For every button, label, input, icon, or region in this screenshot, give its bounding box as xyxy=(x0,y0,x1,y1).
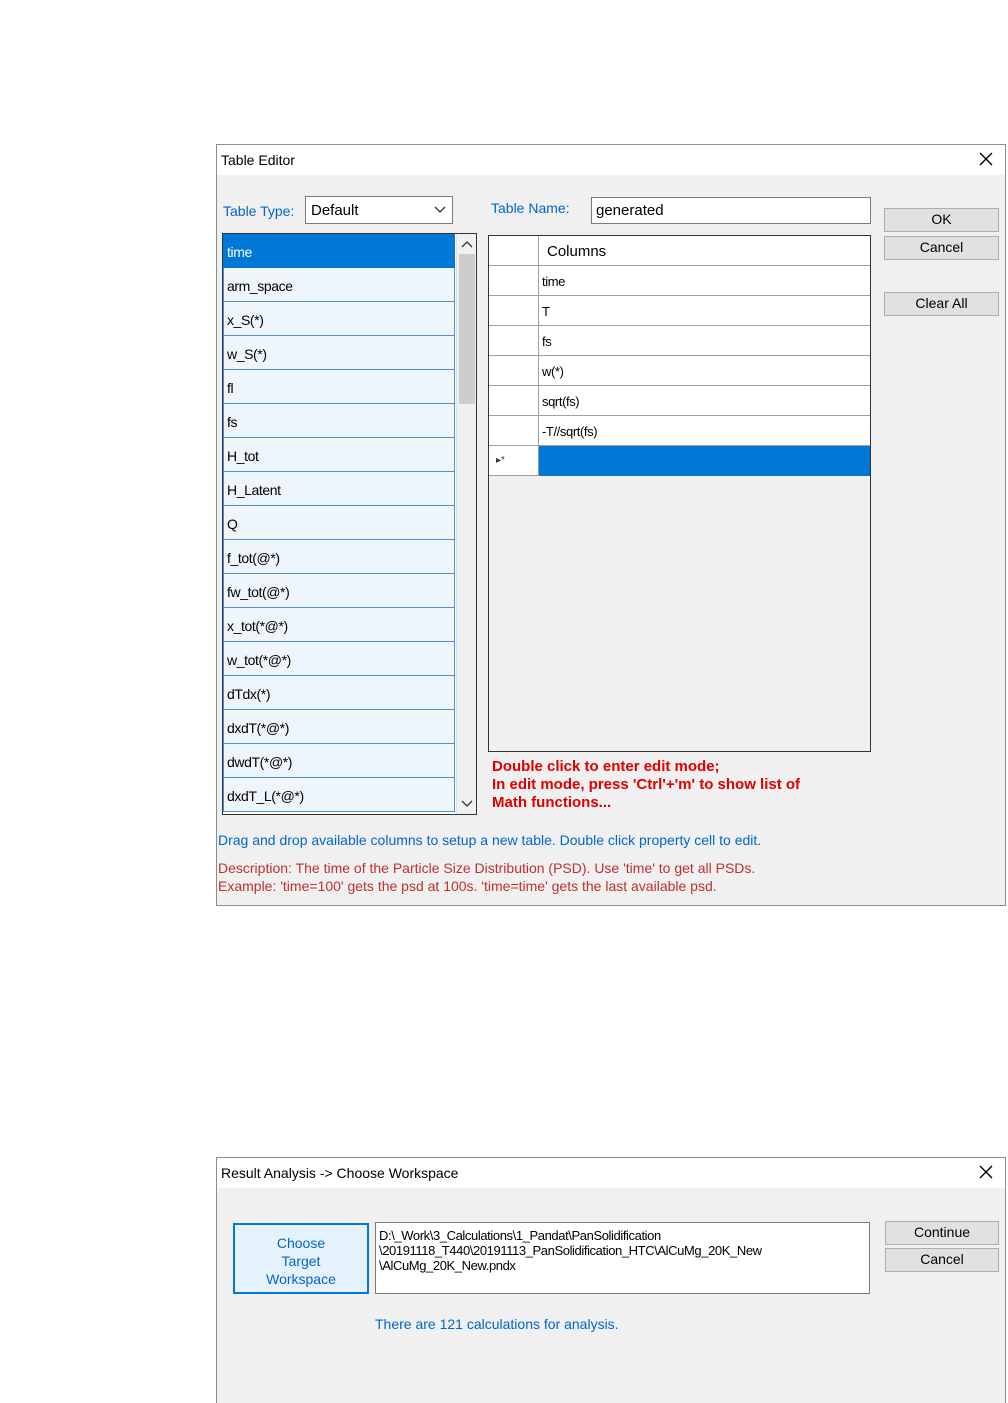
path-line: \20191118_T440\20191113_PanSolidificatio… xyxy=(379,1243,762,1258)
button-label-line: Choose xyxy=(276,1235,326,1251)
choose-target-workspace-button[interactable]: Choose Target Workspace xyxy=(233,1223,369,1294)
grid-header-row: Columns xyxy=(489,236,870,266)
table-type-label: Table Type: xyxy=(223,203,295,219)
grid-column-header[interactable]: Columns xyxy=(539,236,870,266)
list-item[interactable]: H_tot xyxy=(223,438,455,472)
dialog-title: Result Analysis -> Choose Workspace xyxy=(221,1165,459,1181)
table-row[interactable]: T xyxy=(489,296,870,326)
close-icon[interactable] xyxy=(977,1163,995,1181)
table-row[interactable]: sqrt(fs) xyxy=(489,386,870,416)
edit-mode-note: Double click to enter edit mode; In edit… xyxy=(492,758,872,812)
table-editor-dialog: Table Editor Table Type: Default Table N… xyxy=(216,144,1006,906)
list-item[interactable]: dwdT(*@*) xyxy=(223,744,455,778)
grid-cell[interactable]: T xyxy=(539,296,870,326)
edit-note-line: In edit mode, press 'Ctrl'+'m' to show l… xyxy=(492,776,801,793)
row-header[interactable] xyxy=(489,416,539,446)
list-item[interactable]: fw_tot(@*) xyxy=(223,574,455,608)
list-item[interactable]: x_S(*) xyxy=(223,302,455,336)
list-item[interactable]: Q xyxy=(223,506,455,540)
list-scrollbar[interactable] xyxy=(456,234,476,814)
calculation-count-info: There are 121 calculations for analysis. xyxy=(375,1316,619,1332)
example-text: Example: 'time=100' gets the psd at 100s… xyxy=(218,878,717,894)
list-item[interactable]: dTdx(*) xyxy=(223,676,455,710)
table-name-input[interactable] xyxy=(591,197,871,224)
edit-note-line: Math functions... xyxy=(492,794,612,811)
table-type-value: Default xyxy=(311,202,359,219)
list-item[interactable]: f_tot(@*) xyxy=(223,540,455,574)
list-item[interactable]: H_Latent xyxy=(223,472,455,506)
chevron-down-icon xyxy=(434,206,446,213)
list-item[interactable]: dxdT_L(*@*) xyxy=(223,778,455,812)
title-bar: Result Analysis -> Choose Workspace xyxy=(217,1158,1005,1188)
edit-note-line: Double click to enter edit mode; xyxy=(492,758,720,775)
table-row[interactable]: time xyxy=(489,266,870,296)
continue-button[interactable]: Continue xyxy=(885,1221,999,1245)
row-header[interactable] xyxy=(489,326,539,356)
list-item[interactable]: w_S(*) xyxy=(223,336,455,370)
list-item[interactable]: fl xyxy=(223,370,455,404)
button-label-line: Workspace xyxy=(266,1271,336,1287)
path-line: \AlCuMg_20K_New.pndx xyxy=(379,1258,516,1273)
available-columns-list[interactable]: time arm_space x_S(*) w_S(*) fl fs H_tot H_Late… xyxy=(222,233,477,815)
drag-drop-hint: Drag and drop available columns to setup… xyxy=(218,832,762,848)
clear-all-button[interactable]: Clear All xyxy=(884,292,999,316)
button-label-line: Target xyxy=(281,1253,321,1269)
choose-workspace-dialog: Result Analysis -> Choose Workspace Choo… xyxy=(216,1157,1006,1403)
table-type-dropdown[interactable]: Default xyxy=(305,196,453,224)
grid-cell[interactable]: fs xyxy=(539,326,870,356)
scroll-thumb[interactable] xyxy=(459,254,475,404)
close-icon[interactable] xyxy=(977,150,995,168)
table-row[interactable]: -T//sqrt(fs) xyxy=(489,416,870,446)
grid-cell[interactable]: sqrt(fs) xyxy=(539,386,870,416)
workspace-path-field[interactable]: D:\_Work\3_Calculations\1_Pandat\PanSoli… xyxy=(375,1222,870,1294)
table-row[interactable]: fs xyxy=(489,326,870,356)
list-item[interactable]: x_tot(*@*) xyxy=(223,608,455,642)
row-header[interactable]: ▸* xyxy=(489,446,539,476)
table-name-label: Table Name: xyxy=(491,200,570,216)
dialog-title: Table Editor xyxy=(221,152,295,168)
row-header[interactable] xyxy=(489,296,539,326)
columns-grid[interactable]: Columns time Tfs w(*) sqrt(fs) -T//sqrt(fs) ▸… xyxy=(488,235,871,752)
chevron-down-icon[interactable] xyxy=(461,799,473,809)
list-item[interactable]: w_tot(*@*) xyxy=(223,642,455,676)
new-row[interactable]: ▸* xyxy=(489,446,870,476)
list-item[interactable]: dxdT(*@*) xyxy=(223,710,455,744)
grid-cell[interactable]: time xyxy=(539,266,870,296)
title-bar: Table Editor xyxy=(217,145,1005,175)
path-line: D:\_Work\3_Calculations\1_Pandat\PanSoli… xyxy=(379,1228,661,1243)
new-row-cell[interactable] xyxy=(539,446,870,476)
list-item[interactable]: arm_space xyxy=(223,268,455,302)
description-text: Description: The time of the Particle Si… xyxy=(218,860,756,876)
column-description: Description: The time of the Particle Si… xyxy=(218,859,755,895)
grid-cell[interactable]: w(*) xyxy=(539,356,870,386)
row-header-corner xyxy=(489,236,539,266)
ok-button[interactable]: OK xyxy=(884,208,999,232)
chevron-up-icon[interactable] xyxy=(461,239,473,249)
table-row[interactable]: w(*) xyxy=(489,356,870,386)
new-row-marker-icon: ▸* xyxy=(496,455,505,466)
cancel-button[interactable]: Cancel xyxy=(885,1248,999,1272)
row-header[interactable] xyxy=(489,356,539,386)
row-header[interactable] xyxy=(489,266,539,296)
grid-cell[interactable]: -T//sqrt(fs) xyxy=(539,416,870,446)
cancel-button[interactable]: Cancel xyxy=(884,236,999,260)
list-item[interactable]: time xyxy=(223,234,455,268)
row-header[interactable] xyxy=(489,386,539,416)
list-item[interactable]: fs xyxy=(223,404,455,438)
